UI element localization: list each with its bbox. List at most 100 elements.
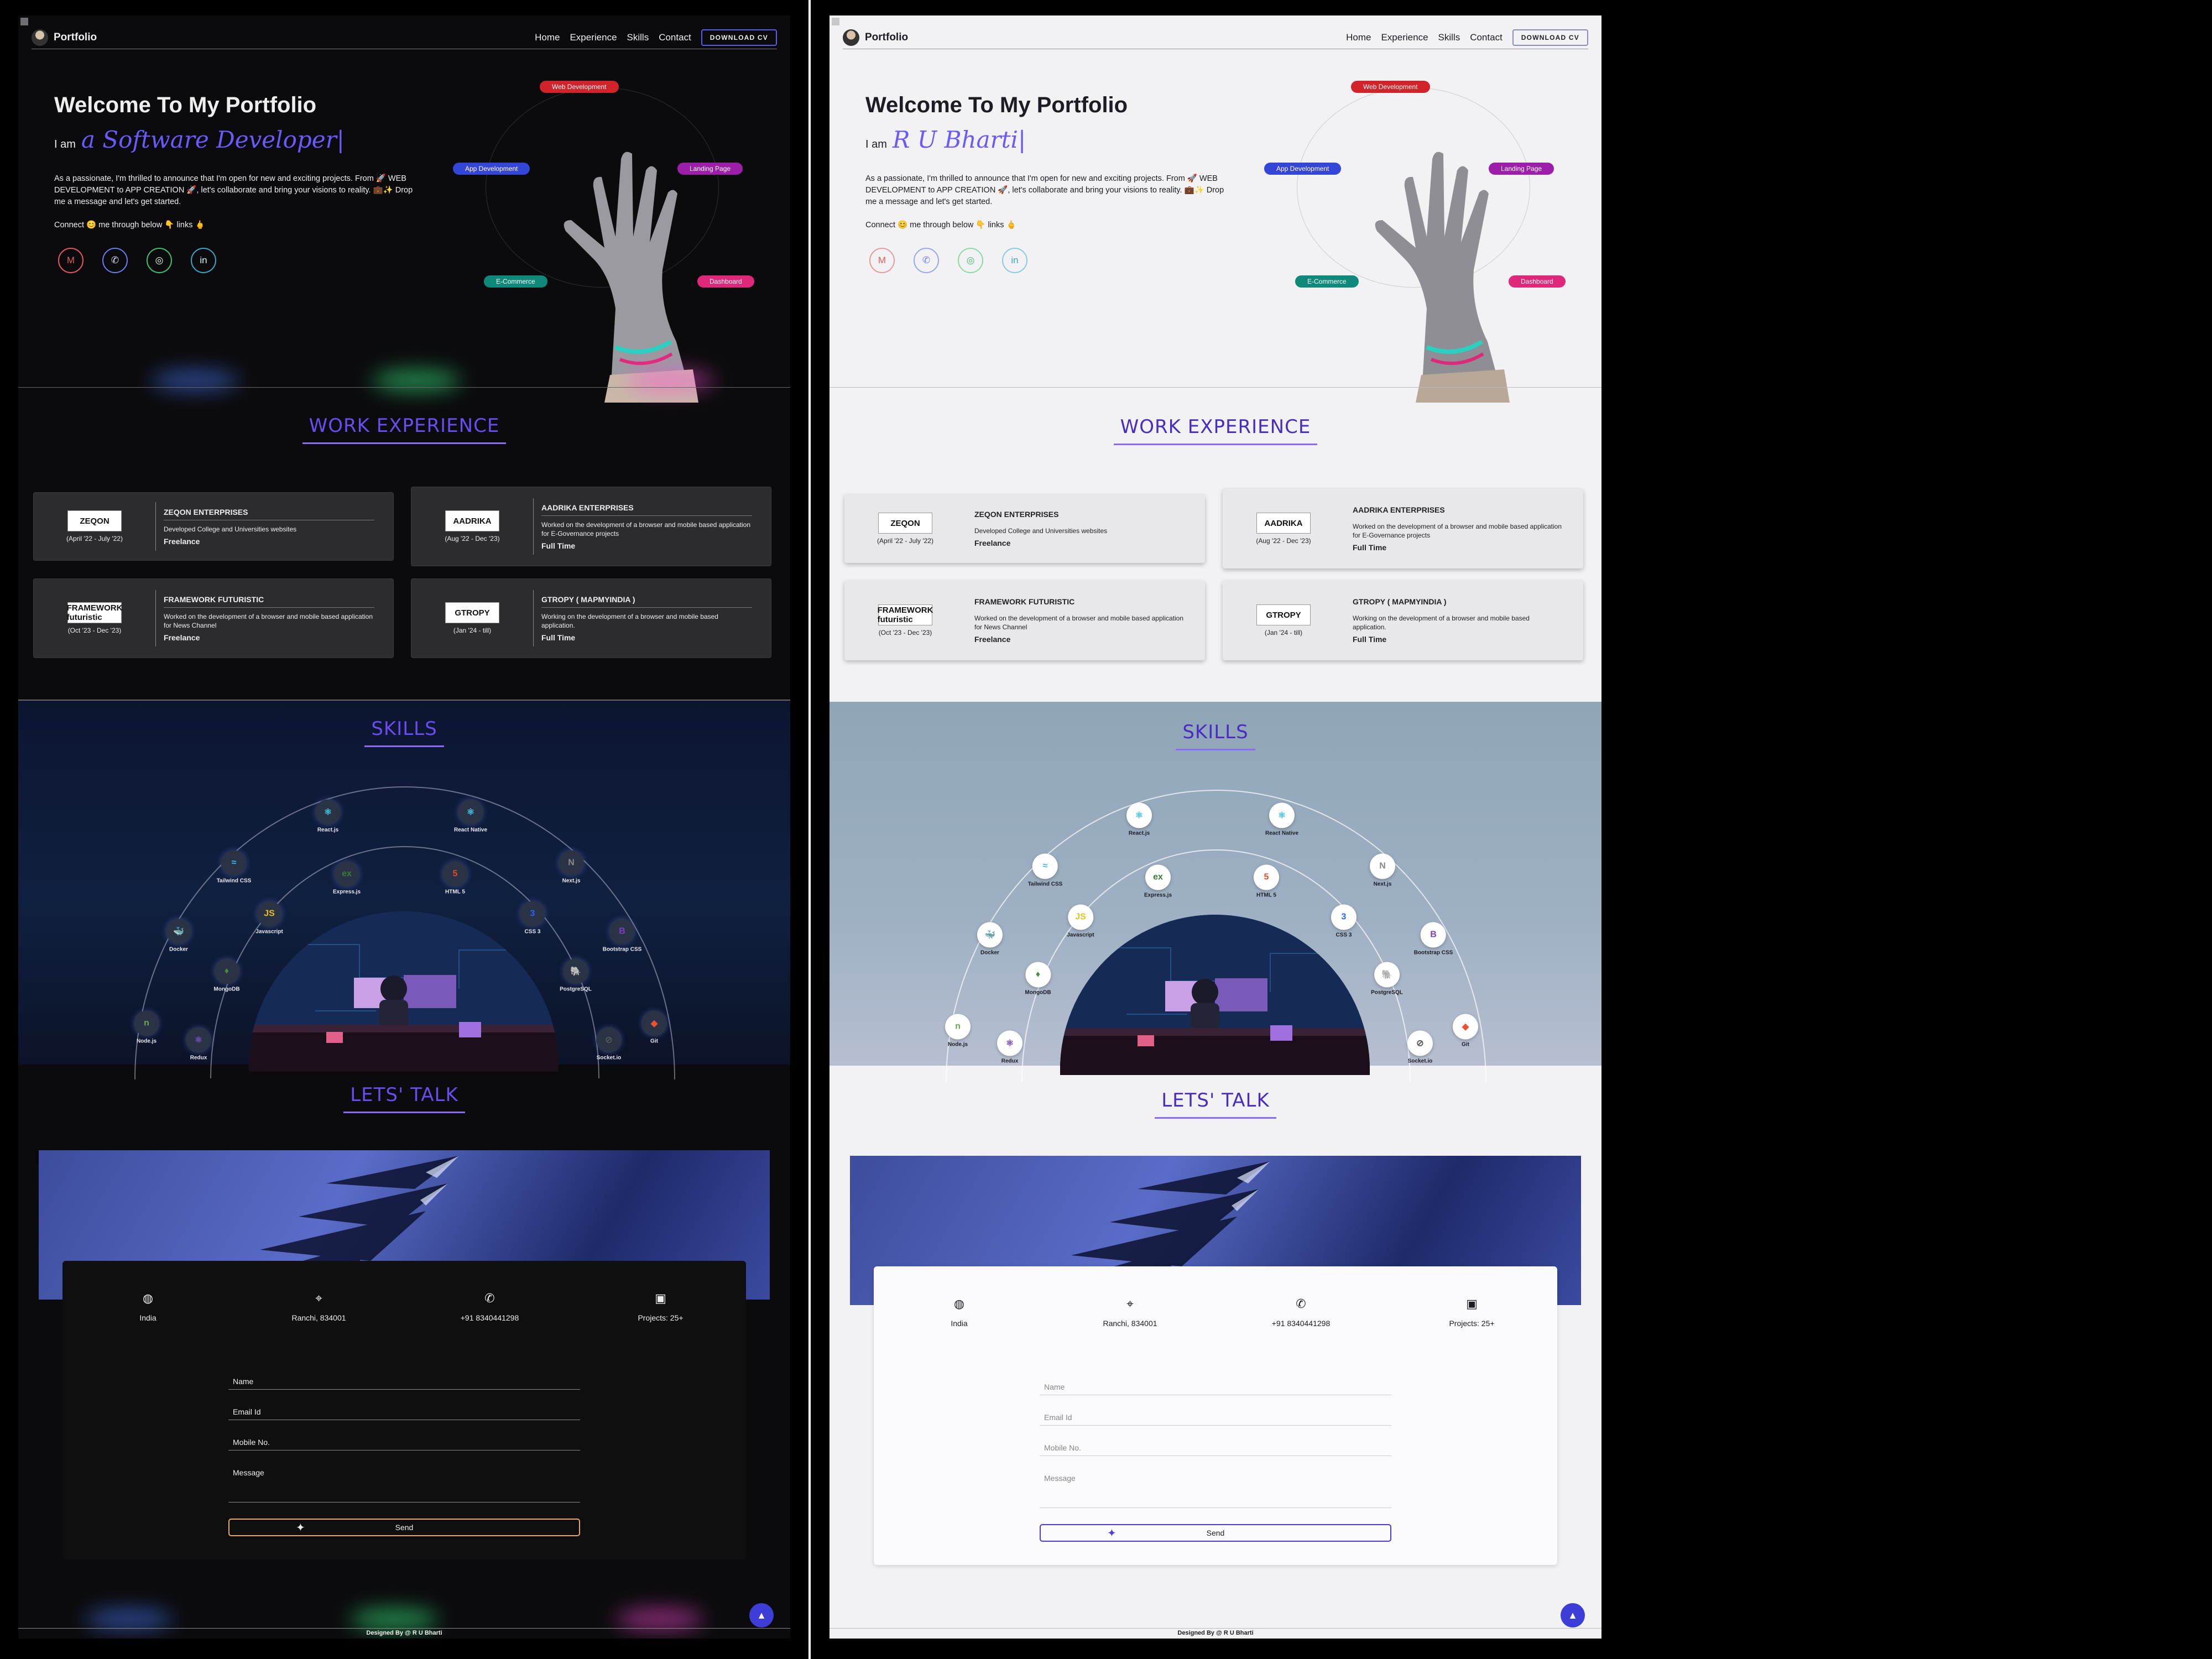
tailwind-css-icon: ≈ [1032,853,1058,879]
message-field[interactable]: Message [228,1468,580,1503]
mobile-field[interactable]: Mobile No. [1040,1443,1391,1456]
social-links: M ✆ ◎ in [58,248,216,273]
skill-label: Git [650,1038,658,1045]
info-phone[interactable]: ✆ +91 8340441298 [404,1291,575,1322]
experience-card: GTROPY (Jan '24 - till) GTROPY ( MAPMYIND… [1223,581,1583,660]
company-name: FRAMEWORK FUTURISTIC [974,597,1075,606]
skill-bootstrap-css: B Bootstrap CSS [1414,922,1453,956]
experience-description: Worked on the development of a browser a… [541,520,751,538]
skill-label: MongoDB [1025,989,1051,996]
scroll-top-button[interactable]: ▲ [749,1603,774,1627]
bg-glow [615,1608,704,1630]
download-cv-button[interactable]: DOWNLOAD CV [701,29,777,46]
gmail-icon[interactable]: M [869,248,895,273]
nav-link-experience[interactable]: Experience [1381,32,1428,43]
nav-link-experience[interactable]: Experience [570,32,617,43]
send-button[interactable]: ✦ Send [228,1519,580,1536]
experience-card: AADRIKA (Aug '22 - Dec '23) AADRIKA ENTER… [1223,489,1583,568]
phone-icon[interactable]: ✆ [102,248,128,273]
email-field[interactable]: Email Id [1040,1413,1391,1426]
company-name: AADRIKA ENTERPRISES [541,503,752,516]
experience-description: Worked on the development of a browser a… [164,612,373,629]
company-name: FRAMEWORK FUTURISTIC [164,595,374,608]
window-corner-marker [832,18,839,25]
react-js-icon: ⚛ [1126,802,1152,828]
nav-link-home[interactable]: Home [535,32,560,43]
employment-type: Freelance [164,633,200,642]
projects-icon: ▣ [655,1291,666,1305]
skill-label: React Native [453,827,488,833]
whatsapp-icon[interactable]: ◎ [958,248,983,273]
linkedin-icon[interactable]: in [191,248,216,273]
sparkle-icon: ✦ [1107,1527,1117,1540]
mobile-field[interactable]: Mobile No. [228,1438,580,1451]
tailwind-css-icon: ≈ [221,850,247,876]
nav-link-contact[interactable]: Contact [659,32,691,43]
bg-glow [627,369,715,392]
message-field[interactable]: Message [1040,1474,1391,1508]
section-title-skills: SKILLS [830,721,1601,750]
employment-type: Full Time [541,633,576,642]
html-5-icon: 5 [442,861,468,887]
skill-git: ◆ Git [641,1010,667,1045]
gmail-icon[interactable]: M [58,248,84,273]
experience-description: Worked on the development of a browser a… [974,614,1184,631]
gtropy-logo: GTROPY [445,602,499,623]
experience-card: ZEQON (April '22 - July '22) ZEQON ENTERP… [33,492,394,561]
skill-label: Node.js [947,1041,968,1048]
experience-period: (Oct '23 - Dec '23) [67,627,122,634]
skill-next-js: N Next.js [1370,853,1395,888]
nav-link-skills[interactable]: Skills [627,32,649,43]
avatar[interactable] [32,29,48,46]
nav-link-contact[interactable]: Contact [1470,32,1503,43]
chip-dashboard: Dashboard [697,275,754,288]
chip-app-development: App Development [453,163,530,175]
skill-docker: 🐳 Docker [977,922,1003,956]
skill-javascript: JS Javascript [255,901,283,935]
linkedin-icon[interactable]: in [1002,248,1027,273]
skill-label: PostgreSQL [1371,989,1403,996]
skill-html-5: 5 HTML 5 [442,861,468,895]
skill-label: Docker [169,946,188,953]
chip-app-development: App Development [1264,163,1342,175]
skill-react-native: ⚛ React Native [1265,802,1298,837]
phone-icon[interactable]: ✆ [914,248,939,273]
skill-label: React.js [317,827,339,833]
nav-link-home[interactable]: Home [1346,32,1371,43]
experience-card: AADRIKA (Aug '22 - Dec '23) AADRIKA ENTER… [411,487,771,566]
send-button[interactable]: ✦ Send [1040,1524,1391,1542]
experience-description: Working on the development of a browser … [1353,614,1530,631]
skill-label: Socket.io [596,1055,622,1061]
bg-glow [85,1608,173,1630]
chip-web-development: Web Development [1351,81,1430,93]
hero-title: Welcome To My Portfolio [54,93,317,117]
scroll-top-button[interactable]: ▲ [1561,1603,1585,1627]
hand-illustration [1375,152,1510,403]
bg-glow [151,369,239,392]
email-field[interactable]: Email Id [228,1407,580,1420]
name-field[interactable]: Name [228,1377,580,1390]
brand-title[interactable]: Portfolio [865,32,908,44]
name-field[interactable]: Name [1040,1383,1391,1395]
section-title-experience: WORK EXPERIENCE [18,415,790,444]
experience-period: (Oct '23 - Dec '23) [878,629,932,637]
skill-label: Redux [1001,1058,1019,1065]
avatar[interactable] [843,29,859,46]
skill-react-native: ⚛ React Native [453,799,488,833]
typed-role: R U Bharti| [892,126,1026,153]
download-cv-button[interactable]: DOWNLOAD CV [1512,29,1588,46]
docker-icon: 🐳 [166,919,191,945]
brand-title[interactable]: Portfolio [54,32,97,44]
nav-link-skills[interactable]: Skills [1438,32,1460,43]
skill-label: HTML 5 [445,889,465,895]
whatsapp-icon[interactable]: ◎ [147,248,172,273]
experience-period: (Jan '24 - till) [1264,629,1303,637]
skill-node-js: n Node.js [134,1010,159,1045]
skill-react-js: ⚛ React.js [315,799,341,833]
gtropy-logo: GTROPY [1256,604,1311,625]
section-title-contact: LETS' TALK [830,1089,1601,1119]
experience-period: (April '22 - July '22) [877,537,933,545]
framework-logo: FRAMEWORK futuristic [66,602,123,623]
bg-glow [372,369,461,392]
info-phone[interactable]: ✆ +91 8340441298 [1215,1297,1386,1328]
